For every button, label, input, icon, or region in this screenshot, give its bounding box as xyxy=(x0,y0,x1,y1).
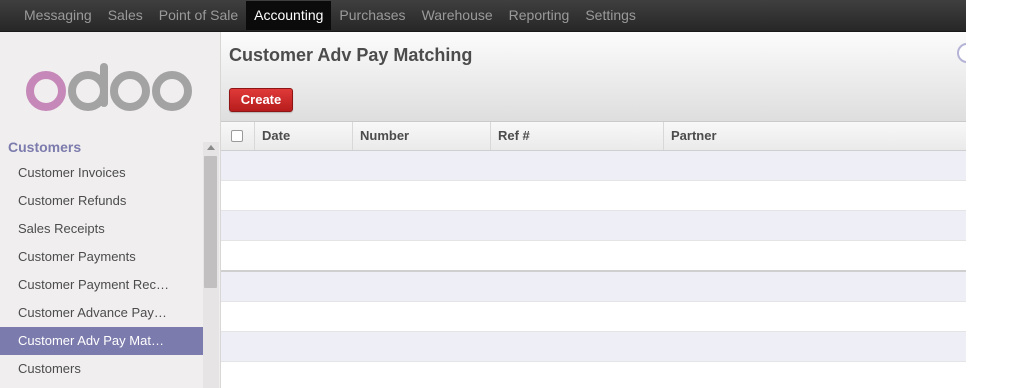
app-window: Messaging Sales Point of Sale Accounting Pur… xyxy=(0,0,966,388)
topnav-item-messaging[interactable]: Messaging xyxy=(16,1,100,30)
table-row xyxy=(221,272,966,302)
scrollbar-thumb[interactable] xyxy=(204,156,217,288)
list-header: Date Number Ref # Partner xyxy=(221,122,966,151)
top-menu: Messaging Sales Point of Sale Accounting Pur… xyxy=(0,0,966,31)
odoo-logo-graphic xyxy=(26,63,192,111)
table-row xyxy=(221,211,966,241)
sidebar-item[interactable]: Customers xyxy=(0,355,203,383)
logo-d-stem xyxy=(100,63,108,107)
list-body xyxy=(221,151,966,388)
table-row xyxy=(221,181,966,211)
topnav-item-reporting[interactable]: Reporting xyxy=(501,1,578,30)
topnav-item-point-of-sale[interactable]: Point of Sale xyxy=(151,1,246,30)
table-row xyxy=(221,151,966,181)
topnav-item-accounting[interactable]: Accounting xyxy=(246,1,332,30)
sidebar-menu: Customer Invoices Customer Refunds Sales R… xyxy=(0,159,203,383)
sidebar-item[interactable]: Customer Payments xyxy=(0,243,203,271)
select-all-cell xyxy=(221,122,255,150)
column-header-ref[interactable]: Ref # xyxy=(491,122,664,150)
logo-d-bowl xyxy=(68,71,108,111)
chevron-up-icon[interactable] xyxy=(207,145,215,150)
topnav-item-settings[interactable]: Settings xyxy=(577,1,644,30)
table-row xyxy=(221,332,966,362)
sidebar-scrollbar[interactable] xyxy=(203,142,219,388)
sidebar: Customers Customer Invoices Customer Refu… xyxy=(0,32,221,388)
sidebar-item[interactable]: Customer Adv Pay Mat… xyxy=(0,327,203,355)
topnav-item-sales[interactable]: Sales xyxy=(100,1,151,30)
sidebar-item[interactable]: Sales Receipts xyxy=(0,215,203,243)
create-button[interactable]: Create xyxy=(229,88,293,112)
column-header-date[interactable]: Date xyxy=(255,122,353,150)
topnav-item-warehouse[interactable]: Warehouse xyxy=(414,1,501,30)
column-header-number[interactable]: Number xyxy=(353,122,491,150)
table-row xyxy=(221,241,966,272)
column-header-partner[interactable]: Partner xyxy=(664,122,966,150)
topnav-item-purchases[interactable]: Purchases xyxy=(331,1,413,30)
checkbox-icon[interactable] xyxy=(231,130,243,142)
help-circle-icon[interactable] xyxy=(957,43,966,63)
sidebar-item[interactable]: Customer Invoices xyxy=(0,159,203,187)
page-title: Customer Adv Pay Matching xyxy=(229,45,473,65)
table-row xyxy=(221,362,966,388)
table-row xyxy=(221,302,966,332)
sidebar-item[interactable]: Customer Payment Rec… xyxy=(0,271,203,299)
control-panel: Customer Adv Pay Matching Create xyxy=(221,32,966,122)
sidebar-section-customers: Customers xyxy=(8,139,82,155)
logo-o-gray xyxy=(110,71,150,111)
top-menu-bar: Messaging Sales Point of Sale Accounting Pur… xyxy=(0,0,966,32)
list-view: Date Number Ref # Partner xyxy=(221,122,966,388)
sidebar-item[interactable]: Customer Advance Pay… xyxy=(0,299,203,327)
logo-o-gray-2 xyxy=(152,71,192,111)
odoo-logo[interactable] xyxy=(24,62,196,114)
logo-o-pink xyxy=(26,71,66,111)
main-content: Customer Adv Pay Matching Create Date Nu… xyxy=(221,32,966,388)
sidebar-item[interactable]: Customer Refunds xyxy=(0,187,203,215)
